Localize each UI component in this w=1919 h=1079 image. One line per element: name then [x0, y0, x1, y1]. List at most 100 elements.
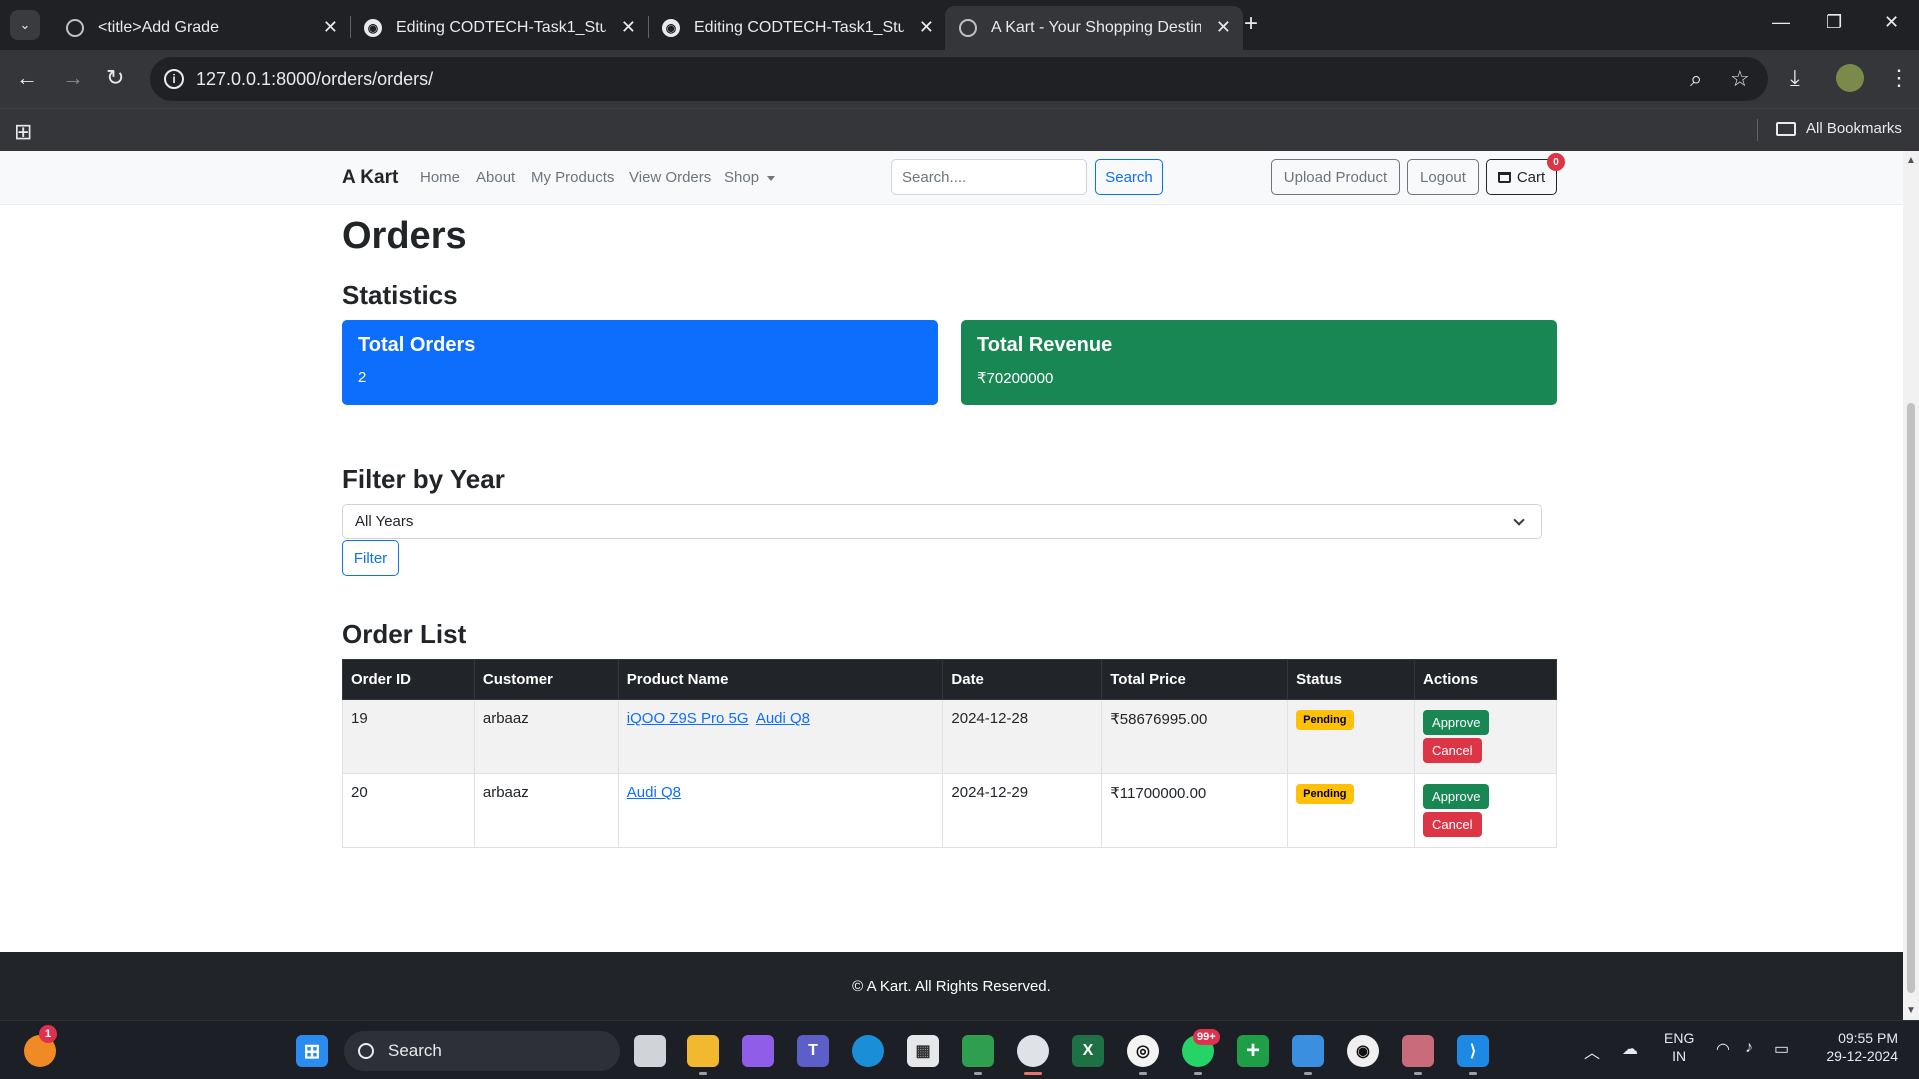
- tab-search-button[interactable]: ⌄: [10, 10, 40, 40]
- all-bookmarks-button[interactable]: All Bookmarks: [1776, 120, 1902, 137]
- globe-icon: [959, 19, 977, 37]
- battery-icon[interactable]: ▭: [1774, 1039, 1789, 1059]
- back-icon[interactable]: ←: [16, 66, 38, 90]
- sheets-icon[interactable]: +: [1237, 1035, 1269, 1067]
- year-select-value: All Years: [355, 513, 414, 530]
- clock-date: 29-12-2024: [1826, 1048, 1898, 1064]
- address-bar[interactable]: i 127.0.0.1:8000/orders/orders/ ⌕ ☆: [150, 57, 1768, 101]
- site-info-icon[interactable]: i: [164, 69, 184, 89]
- search-button[interactable]: Search: [1095, 159, 1163, 195]
- bookmark-star-icon[interactable]: ☆: [1730, 66, 1750, 92]
- col-date: Date: [942, 659, 1103, 700]
- minimize-icon[interactable]: —: [1772, 13, 1790, 31]
- status-cell: Pending: [1287, 699, 1416, 774]
- cancel-button[interactable]: Cancel: [1423, 738, 1482, 763]
- menu-kebab-icon[interactable]: ⋮: [1888, 66, 1910, 90]
- browser-toolbar: ← → ↻ i 127.0.0.1:8000/orders/orders/ ⌕ …: [0, 50, 1919, 108]
- product-link[interactable]: Audi Q8: [756, 710, 810, 727]
- snipping-tool-icon[interactable]: [1402, 1035, 1434, 1067]
- approve-button[interactable]: Approve: [1423, 784, 1490, 809]
- apps-grid-icon[interactable]: ⊞: [14, 119, 32, 145]
- page-scrollbar[interactable]: ▲ ▼: [1903, 151, 1919, 1020]
- nav-my-products[interactable]: My Products: [531, 169, 614, 186]
- github-desktop-icon[interactable]: ◉: [1347, 1035, 1379, 1067]
- date-cell: 2024-12-28: [942, 699, 1103, 774]
- col-actions: Actions: [1414, 659, 1557, 700]
- tab-add-grade[interactable]: <title>Add Grade ✕: [52, 6, 350, 50]
- wifi-icon[interactable]: ◠: [1716, 1039, 1730, 1059]
- photos-icon[interactable]: [1292, 1035, 1324, 1067]
- brand-link[interactable]: A Kart: [342, 167, 398, 189]
- restore-icon[interactable]: ❐: [1826, 13, 1842, 31]
- vscode-icon[interactable]: ⟩: [1457, 1035, 1489, 1067]
- nav-shop-label: Shop: [724, 169, 760, 186]
- taskbar-search[interactable]: Search: [344, 1031, 620, 1071]
- classroom-icon[interactable]: [962, 1035, 994, 1067]
- statistics-heading: Statistics: [342, 280, 458, 310]
- product-link[interactable]: iQOO Z9S Pro 5G: [627, 710, 749, 727]
- file-explorer-icon[interactable]: [687, 1035, 719, 1067]
- filter-button[interactable]: Filter: [342, 540, 399, 576]
- logout-button[interactable]: Logout: [1407, 159, 1479, 195]
- total-revenue-card: Total Revenue ₹70200000: [961, 320, 1557, 405]
- close-icon[interactable]: ✕: [621, 18, 636, 36]
- onedrive-icon[interactable]: ☁: [1622, 1039, 1638, 1059]
- tab-title: <title>Add Grade: [98, 19, 219, 36]
- window-close-icon[interactable]: ✕: [1884, 13, 1899, 31]
- nav-home[interactable]: Home: [420, 169, 460, 186]
- forward-icon[interactable]: →: [62, 66, 84, 90]
- tab-a-kart[interactable]: A Kart - Your Shopping Destination ✕: [945, 6, 1243, 50]
- approve-button[interactable]: Approve: [1423, 710, 1490, 735]
- language-indicator[interactable]: ENG IN: [1664, 1029, 1694, 1065]
- windows-start-icon[interactable]: ⊞: [296, 1035, 328, 1067]
- year-select[interactable]: All Years: [342, 504, 1542, 539]
- whatsapp-badge: 99+: [1193, 1029, 1220, 1045]
- scroll-down-arrow-icon[interactable]: ▼: [1906, 1005, 1916, 1016]
- total-price-cell: ₹11700000.00: [1101, 773, 1289, 848]
- product-link[interactable]: Audi Q8: [627, 784, 681, 801]
- running-indicator: [1139, 1072, 1147, 1075]
- scroll-up-arrow-icon[interactable]: ▲: [1906, 155, 1916, 166]
- chatgpt-icon[interactable]: ◎: [1127, 1035, 1159, 1067]
- chevron-up-icon[interactable]: ︿: [1584, 1039, 1600, 1063]
- close-icon[interactable]: ✕: [323, 18, 338, 36]
- excel-icon[interactable]: X: [1072, 1035, 1104, 1067]
- nav-about[interactable]: About: [476, 169, 515, 186]
- total-orders-card: Total Orders 2: [342, 320, 938, 405]
- chrome-icon[interactable]: [1017, 1035, 1049, 1067]
- order-list-heading: Order List: [342, 619, 467, 649]
- total-orders-label: Total Orders: [358, 334, 476, 356]
- new-tab-icon[interactable]: +: [1244, 12, 1258, 36]
- close-icon[interactable]: ✕: [1216, 18, 1231, 36]
- search-input[interactable]: [891, 159, 1087, 195]
- windows-taskbar: 1 ⊞ Search T ▦ X ◎ 99+ + ◉ ⟩ ︿ ☁ ENG IN …: [0, 1020, 1919, 1079]
- tab-editing-codtech-2[interactable]: ◉ Editing CODTECH-Task1_Student ✕: [648, 6, 946, 50]
- task-view-icon[interactable]: [634, 1035, 666, 1067]
- tab-editing-codtech-1[interactable]: ◉ Editing CODTECH-Task1_Student ✕: [350, 6, 648, 50]
- folder-icon: [1776, 121, 1796, 136]
- close-icon[interactable]: ✕: [919, 18, 934, 36]
- footer-text: © A Kart. All Rights Reserved.: [852, 977, 1051, 995]
- nav-shop-dropdown[interactable]: Shop: [724, 169, 776, 186]
- table-header-row: Order ID Customer Product Name Date Tota…: [342, 659, 1557, 700]
- url-text[interactable]: 127.0.0.1:8000/orders/orders/: [196, 69, 433, 90]
- page-title: Orders: [342, 215, 467, 257]
- teams-icon[interactable]: T: [797, 1035, 829, 1067]
- nav-view-orders[interactable]: View Orders: [629, 169, 711, 186]
- download-icon[interactable]: ⤓: [1790, 66, 1800, 90]
- cancel-button[interactable]: Cancel: [1423, 812, 1482, 837]
- col-total-price: Total Price: [1101, 659, 1289, 700]
- profile-avatar[interactable]: [1836, 64, 1864, 92]
- edge-icon[interactable]: [852, 1035, 884, 1067]
- clock[interactable]: 09:55 PM 29-12-2024: [1818, 1029, 1898, 1065]
- scrollbar-thumb[interactable]: [1907, 403, 1915, 993]
- actions-cell: Approve Cancel: [1414, 699, 1557, 774]
- zoom-icon[interactable]: ⌕: [1690, 66, 1702, 92]
- store-icon[interactable]: ▦: [907, 1035, 939, 1067]
- site-footer: © A Kart. All Rights Reserved.: [0, 952, 1903, 1020]
- upload-product-button[interactable]: Upload Product: [1271, 159, 1400, 195]
- volume-icon[interactable]: ♪: [1745, 1039, 1753, 1057]
- reload-icon[interactable]: ↻: [106, 66, 124, 90]
- copilot-icon[interactable]: [742, 1035, 774, 1067]
- table-row: 20 arbaaz Audi Q8 2024-12-29 ₹11700000.0…: [342, 773, 1557, 848]
